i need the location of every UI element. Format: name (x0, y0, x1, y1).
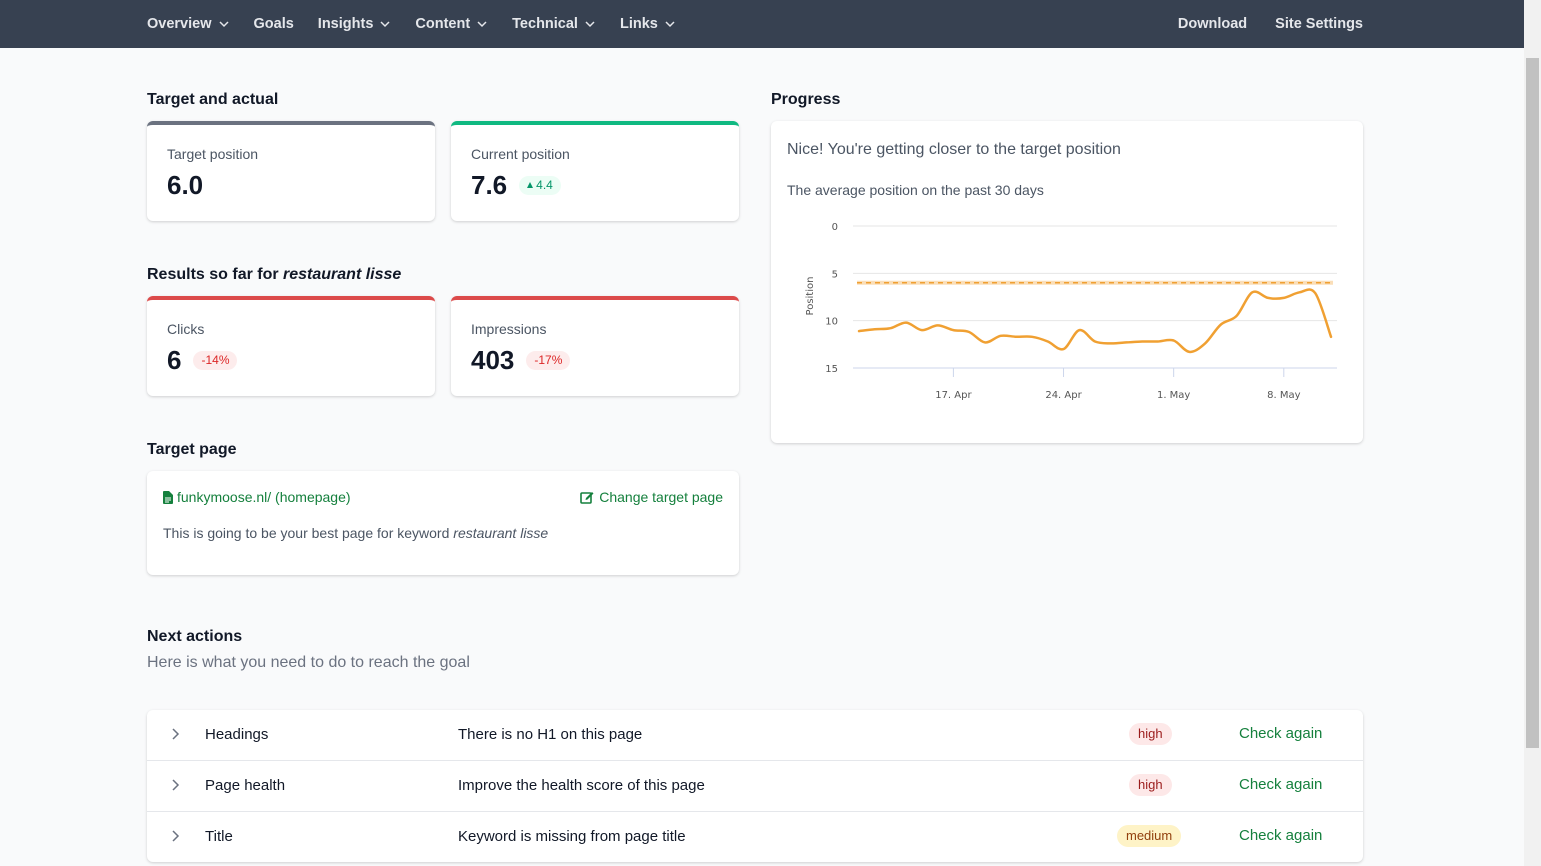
check-again-link[interactable]: Check again (1239, 725, 1322, 742)
check-again-link[interactable]: Check again (1239, 776, 1322, 793)
y-tick-label: 0 (832, 222, 838, 233)
current-position-value: 7.6 (471, 170, 508, 200)
current-position-card: Current position 7.6 4.4 (451, 121, 739, 221)
chevron-down-icon (218, 21, 229, 28)
impressions-value-row: 403 -17% (471, 345, 571, 376)
chart-x-axis: 17. Apr 24. Apr 1. May 8. May (935, 368, 1301, 401)
current-position-value-row: 7.6 4.4 (471, 170, 561, 201)
chevron-down-icon (665, 21, 675, 28)
y-tick-label: 10 (825, 317, 838, 328)
action-name: Headings (205, 726, 269, 743)
impressions-change-badge: -17% (526, 351, 571, 370)
chevron-right-icon[interactable] (169, 829, 181, 843)
nav-download-label: Download (1177, 16, 1248, 32)
action-description: Keyword is missing from page title (458, 828, 686, 845)
next-actions-subtitle: Here is what you need to do to reach the… (147, 654, 470, 671)
nav-insights[interactable]: Insights (318, 16, 392, 32)
target-page-title: Target page (147, 441, 237, 458)
clicks-change-badge: -14% (193, 351, 238, 370)
x-tick-label: 24. Apr (1045, 390, 1082, 401)
chart-y-axis-label: Position (805, 277, 816, 316)
clicks-value: 6 (167, 345, 182, 375)
target-position-value: 6.0 (167, 170, 204, 200)
nav-site-settings[interactable]: Site Settings (1275, 16, 1363, 32)
target-page-link-text: funkymoose.nl/ (homepage) (177, 489, 351, 505)
target-page-description: This is going to be your best page for k… (163, 525, 548, 541)
target-position-label: Target position (167, 146, 259, 162)
priority-badge: medium (1117, 825, 1182, 847)
current-position-label: Current position (471, 146, 570, 162)
action-row-title[interactable]: Title Keyword is missing from page title… (147, 812, 1363, 863)
target-page-card: funkymoose.nl/ (homepage) Change target … (147, 471, 739, 575)
position-chart: 0 5 10 15 17. Apr 24. Apr 1. May 8. May Positi… (805, 222, 1337, 401)
y-tick-label: 15 (825, 364, 838, 375)
nav-overview[interactable]: Overview (147, 16, 230, 32)
priority-badge: high (1129, 723, 1172, 745)
impressions-label: Impressions (471, 321, 547, 337)
results-title-prefix: Results so far for (147, 266, 284, 283)
target-position-value-row: 6.0 (167, 170, 203, 201)
change-target-page-label: Change target page (599, 489, 723, 505)
nav-right-group: Download Site Settings (1150, 0, 1363, 48)
action-description: There is no H1 on this page (458, 726, 643, 743)
chart-y-axis: 0 5 10 15 (825, 222, 838, 375)
scrollbar-thumb[interactable] (1526, 58, 1539, 748)
target-position-card: Target position 6.0 (147, 121, 435, 221)
impressions-card: Impressions 403 -17% (451, 296, 739, 396)
chevron-down-icon (380, 21, 390, 28)
current-position-change-badge: 4.4 (519, 176, 561, 195)
target-page-keyword: restaurant lisse (453, 525, 549, 541)
results-keyword: restaurant lisse (283, 266, 402, 283)
clicks-value-row: 6 -14% (167, 345, 238, 376)
action-row-page-health[interactable]: Page health Improve the health score of … (147, 761, 1363, 812)
action-name: Page health (205, 777, 286, 794)
chevron-right-icon[interactable] (169, 727, 181, 741)
nav-goals[interactable]: Goals (254, 16, 294, 32)
target-page-desc-prefix: This is going to be your best page for k… (163, 525, 454, 541)
nav-goals-label: Goals (253, 16, 294, 32)
check-again-link[interactable]: Check again (1239, 827, 1322, 844)
next-actions-table: Headings There is no H1 on this page hig… (147, 710, 1363, 862)
nav-overview-label: Overview (147, 16, 212, 32)
nav-links-label: Links (619, 16, 658, 32)
chevron-down-icon (477, 21, 487, 28)
file-icon (163, 490, 173, 504)
x-tick-label: 17. Apr (935, 390, 972, 401)
action-name: Title (205, 828, 233, 845)
nav-insights-label: Insights (317, 16, 374, 32)
nav-links[interactable]: Links (620, 16, 676, 32)
chevron-right-icon[interactable] (169, 778, 181, 792)
results-title: Results so far for restaurant lisse (147, 266, 401, 284)
target-actual-title: Target and actual (147, 91, 279, 108)
nav-technical-label: Technical (512, 16, 578, 32)
target-page-link[interactable]: funkymoose.nl/ (homepage) (163, 489, 351, 505)
x-tick-label: 1. May (1157, 390, 1190, 401)
priority-badge: high (1129, 774, 1172, 796)
nav-left-group: Overview Goals Insights Content Technica… (147, 0, 700, 48)
y-tick-label: 5 (832, 269, 838, 280)
progress-title: Progress (771, 91, 841, 108)
impressions-value: 403 (471, 345, 515, 375)
next-actions-title: Next actions (147, 628, 243, 645)
x-tick-label: 8. May (1267, 390, 1300, 401)
nav-technical[interactable]: Technical (512, 16, 596, 32)
nav-download[interactable]: Download (1178, 16, 1247, 32)
nav-content[interactable]: Content (415, 16, 488, 32)
triangle-up-icon (527, 182, 534, 188)
nav-content-label: Content (415, 16, 471, 32)
action-description: Improve the health score of this page (458, 777, 705, 794)
clicks-label: Clicks (167, 321, 205, 337)
chevron-down-icon (585, 21, 595, 28)
action-row-headings[interactable]: Headings There is no H1 on this page hig… (147, 710, 1363, 761)
nav-site-settings-label: Site Settings (1275, 16, 1363, 32)
edit-icon (580, 492, 594, 504)
top-navigation: Overview Goals Insights Content Technica… (0, 0, 1524, 48)
change-target-page-button[interactable]: Change target page (580, 489, 723, 505)
current-position-change: 4.4 (536, 178, 553, 192)
progress-card: Nice! You're getting closer to the targe… (771, 121, 1363, 443)
clicks-card: Clicks 6 -14% (147, 296, 435, 396)
